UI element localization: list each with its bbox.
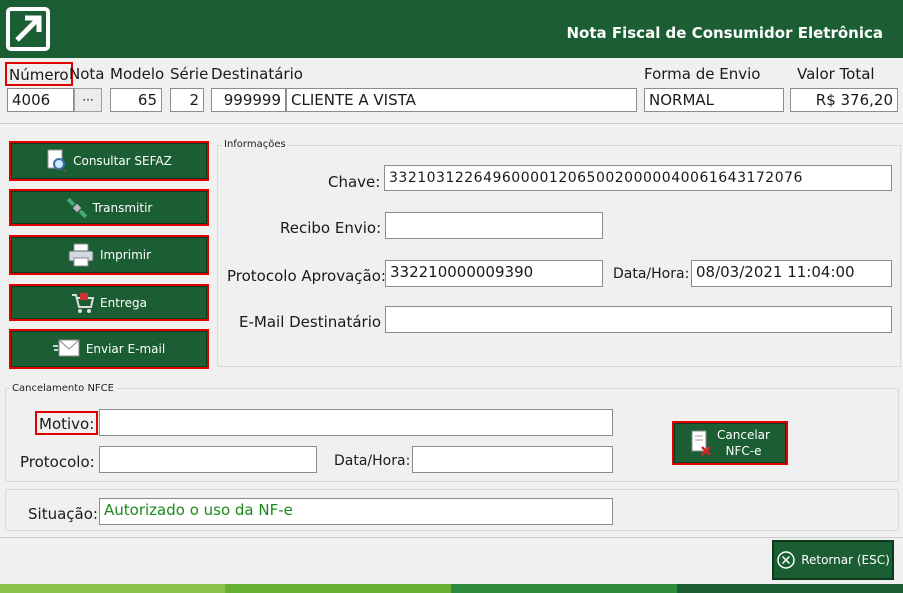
transmitir-label: Transmitir xyxy=(92,200,153,215)
cancelar-line2: NFC-e xyxy=(725,444,762,458)
imprimir-button[interactable]: Imprimir xyxy=(9,235,209,275)
email-envelope-icon xyxy=(52,338,81,360)
numero-label: Número xyxy=(5,62,73,86)
motivo-label: Motivo: xyxy=(35,411,99,435)
title-bar: Nota Fiscal de Consumidor Eletrônica xyxy=(0,0,903,58)
protocolo-aprovacao-label: Protocolo Aprovação: xyxy=(227,267,386,285)
satellite-icon xyxy=(66,197,88,219)
destinatario-label: Destinatário xyxy=(211,65,303,83)
cancelar-nfce-button[interactable]: Cancelar NFC-e xyxy=(672,421,788,465)
bottom-divider xyxy=(0,537,903,538)
retornar-label: Retornar (ESC) xyxy=(801,553,890,567)
recibo-envio-field[interactable] xyxy=(385,212,603,239)
numero-lookup-button[interactable]: ··· xyxy=(74,88,102,112)
recibo-envio-label: Recibo Envio: xyxy=(280,219,382,237)
chave-label: Chave: xyxy=(328,173,381,191)
modelo-label: Modelo xyxy=(110,65,165,83)
magnifier-document-icon xyxy=(46,149,68,173)
close-circle-icon xyxy=(776,550,796,570)
email-destinatario-field[interactable] xyxy=(385,306,892,333)
cancelar-line1: Cancelar xyxy=(717,428,770,442)
enviar-email-button[interactable]: Enviar E-mail xyxy=(9,329,209,369)
arrow-logo-icon xyxy=(5,6,51,52)
destinatario-codigo-field[interactable]: 999999 xyxy=(211,88,286,112)
nota-label: Nota xyxy=(69,65,105,83)
motivo-field[interactable] xyxy=(99,409,613,436)
cancelamento-title: Cancelamento NFCE xyxy=(10,383,116,394)
entrega-button[interactable]: Entrega xyxy=(9,284,209,321)
forma-envio-field[interactable]: NORMAL xyxy=(644,88,784,112)
valor-total-field[interactable]: R$ 376,20 xyxy=(790,88,898,112)
shopping-cart-icon xyxy=(71,292,95,314)
serie-field[interactable]: 2 xyxy=(170,88,204,112)
modelo-field[interactable]: 65 xyxy=(110,88,162,112)
printer-icon xyxy=(67,243,95,267)
footer-stripe-4 xyxy=(677,584,903,593)
retornar-button[interactable]: Retornar (ESC) xyxy=(772,540,894,580)
serie-label: Série xyxy=(170,65,209,83)
window-title: Nota Fiscal de Consumidor Eletrônica xyxy=(566,24,883,42)
imprimir-label: Imprimir xyxy=(99,248,152,262)
consultar-sefaz-label: Consultar SEFAZ xyxy=(73,154,172,168)
situacao-label: Situação: xyxy=(28,505,98,523)
transmitir-button[interactable]: Transmitir xyxy=(9,189,209,226)
valor-total-label: Valor Total xyxy=(797,65,875,83)
numero-field[interactable]: 4006 xyxy=(7,88,74,112)
cancel-datahora-label: Data/Hora: xyxy=(334,453,411,469)
top-divider xyxy=(0,123,903,124)
consultar-sefaz-button[interactable]: Consultar SEFAZ xyxy=(9,141,209,181)
cancel-datahora-field[interactable] xyxy=(412,446,613,473)
cancel-protocolo-label: Protocolo: xyxy=(20,453,95,471)
email-destinatario-label: E-Mail Destinatário : xyxy=(239,313,391,331)
enviar-email-label: Enviar E-mail xyxy=(85,342,166,356)
cancelar-nfce-label: Cancelar NFC-e xyxy=(717,427,770,459)
chave-field[interactable]: 3321031226496000012065002000004006164317… xyxy=(384,165,892,191)
forma-envio-label: Forma de Envio xyxy=(644,65,761,83)
datahora-field[interactable]: 08/03/2021 11:04:00 xyxy=(691,260,892,287)
informacoes-title: Informações xyxy=(222,139,288,150)
footer-stripe-3 xyxy=(451,584,677,593)
protocolo-aprovacao-field[interactable]: 332210000009390 xyxy=(385,260,603,287)
footer-stripe-2 xyxy=(225,584,451,593)
destinatario-nome-field[interactable]: CLIENTE A VISTA xyxy=(286,88,637,112)
cancel-protocolo-field[interactable] xyxy=(99,446,317,473)
cancel-document-icon xyxy=(690,430,712,456)
datahora-label: Data/Hora: xyxy=(613,266,690,282)
footer-stripe-1 xyxy=(0,584,225,593)
chave-value: 3321031226496000012065002000004006164317… xyxy=(389,170,803,186)
entrega-label: Entrega xyxy=(100,295,147,310)
situacao-field: Autorizado o uso da NF-e xyxy=(99,498,613,525)
